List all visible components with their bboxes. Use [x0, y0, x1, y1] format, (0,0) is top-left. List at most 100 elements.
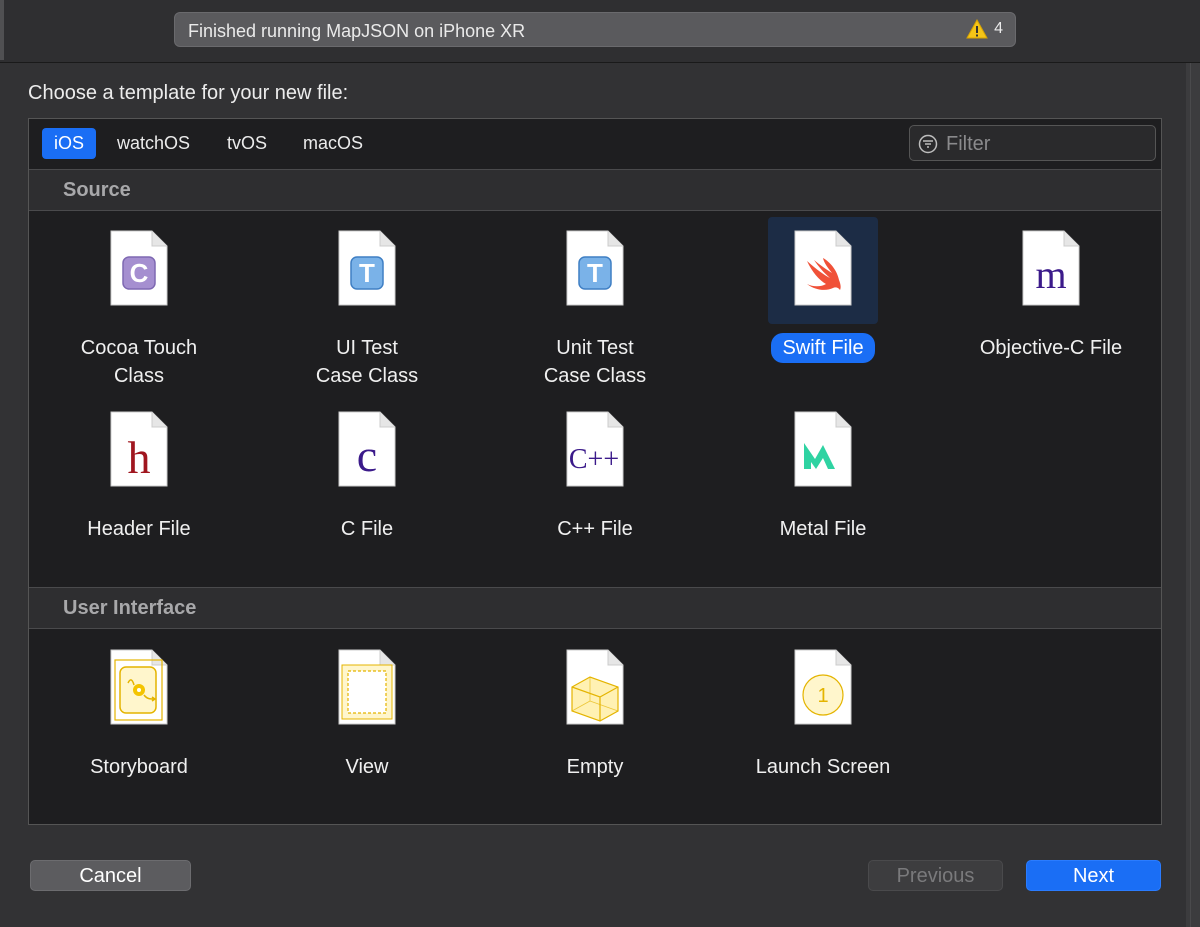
header-file-icon: h [110, 411, 168, 487]
ui-test-case-icon: T [338, 230, 396, 306]
template-label-line1: C++ File [557, 518, 633, 540]
swift-icon [794, 230, 852, 306]
icon-glyph: C [130, 258, 149, 288]
template-label-line1: Empty [566, 756, 624, 778]
template-unit-test-case-class[interactable]: T Unit Test Case Class [485, 217, 705, 387]
objective-c-icon: m [1022, 230, 1080, 306]
template-icon-box [84, 636, 194, 743]
template-empty[interactable]: Empty [485, 636, 705, 786]
template-label: C File [257, 515, 477, 543]
cpp-file-icon: C++ [566, 411, 624, 487]
icon-glyph: C++ [569, 444, 619, 475]
template-icon-box: T [312, 217, 422, 324]
template-panel: iOS watchOS tvOS macOS Source C [28, 118, 1162, 825]
template-icon-box: h [84, 398, 194, 505]
template-icon-box: C++ [540, 398, 650, 505]
toolbar: Finished running MapJSON on iPhone XR 4 [0, 0, 1200, 63]
warning-indicator[interactable]: 4 [966, 19, 1003, 39]
icon-glyph: T [359, 258, 375, 288]
template-label: Storyboard [29, 753, 249, 781]
template-label-line1: Cocoa Touch [80, 337, 198, 359]
icon-glyph: c [357, 430, 377, 481]
template-label-line2: Class [113, 365, 164, 387]
template-storyboard[interactable]: Storyboard [29, 636, 249, 786]
unit-test-case-icon: T [566, 230, 624, 306]
template-label: C++ File [485, 515, 705, 543]
template-label-line1: Storyboard [90, 756, 188, 778]
template-icon-box: m [996, 217, 1106, 324]
template-label: Unit Test Case Class [485, 334, 705, 390]
activity-status-bar[interactable]: Finished running MapJSON on iPhone XR 4 [174, 12, 1016, 47]
template-label: UI Test Case Class [257, 334, 477, 390]
window-right-edge [1186, 63, 1200, 927]
template-ui-test-case-class[interactable]: T UI Test Case Class [257, 217, 477, 387]
template-metal-file[interactable]: Metal File [713, 398, 933, 548]
tab-tvos[interactable]: tvOS [215, 128, 279, 159]
cocoa-touch-class-icon: C [110, 230, 168, 306]
template-label-line2: Case Class [543, 365, 647, 387]
template-label: Cocoa Touch Class [29, 334, 249, 390]
view-icon [338, 649, 396, 725]
section-title: User Interface [63, 597, 197, 619]
template-icon-box: C [84, 217, 194, 324]
filter-input[interactable] [944, 130, 1148, 158]
template-label-line1: C File [340, 518, 394, 540]
next-button[interactable]: Next [1026, 860, 1161, 891]
metal-icon [794, 411, 852, 487]
template-label-line1: Unit Test [556, 337, 634, 359]
template-icon-box: c [312, 398, 422, 505]
status-text: Finished running MapJSON on iPhone XR [188, 21, 526, 41]
tab-macos[interactable]: macOS [291, 128, 375, 159]
icon-glyph: T [587, 258, 603, 288]
template-icon-box [540, 636, 650, 743]
template-icon-box [768, 217, 878, 324]
icon-glyph: 1 [817, 685, 828, 707]
template-label: Swift File [713, 333, 933, 363]
template-label-line1: Launch Screen [755, 756, 891, 778]
section-source: Source [29, 169, 1161, 211]
warning-icon [966, 19, 988, 39]
tab-ios[interactable]: iOS [42, 128, 97, 159]
template-label: Empty [485, 753, 705, 781]
template-label-line1: Header File [87, 518, 191, 540]
template-label-line1: UI Test [336, 337, 398, 359]
section-user-interface: User Interface [29, 587, 1161, 629]
template-swift-file[interactable]: Swift File [713, 217, 933, 387]
template-label: Launch Screen [713, 753, 933, 781]
template-label-line2: Case Class [315, 365, 419, 387]
warning-count: 4 [994, 20, 1003, 37]
template-objective-c-file[interactable]: m Objective-C File [941, 217, 1161, 387]
template-icon-box [312, 636, 422, 743]
template-view[interactable]: View [257, 636, 477, 786]
launch-screen-icon: 1 [794, 649, 852, 725]
section-title: Source [63, 179, 131, 201]
filter-icon [918, 134, 938, 154]
previous-button[interactable]: Previous [868, 860, 1003, 891]
template-label: Header File [29, 515, 249, 543]
template-label-line1: Swift File [771, 333, 875, 363]
template-icon-box: 1 [768, 636, 878, 743]
template-label-line1: Metal File [779, 518, 867, 540]
platform-tabs: iOS watchOS tvOS macOS [29, 119, 1161, 167]
template-label: Objective-C File [941, 334, 1161, 362]
storyboard-icon [110, 649, 168, 725]
tab-watchos[interactable]: watchOS [105, 128, 202, 159]
template-label-line1: Objective-C File [979, 337, 1123, 359]
filter-field[interactable] [909, 125, 1156, 161]
template-label: View [257, 753, 477, 781]
template-label-line1: View [345, 756, 389, 778]
template-icon-box: T [540, 217, 650, 324]
template-launch-screen[interactable]: 1 Launch Screen [713, 636, 933, 786]
template-cocoa-touch-class[interactable]: C Cocoa Touch Class [29, 217, 249, 387]
template-c-file[interactable]: c C File [257, 398, 477, 548]
template-header-file[interactable]: h Header File [29, 398, 249, 548]
template-cpp-file[interactable]: C++ C++ File [485, 398, 705, 548]
cancel-button[interactable]: Cancel [30, 860, 191, 891]
icon-glyph: h [128, 432, 151, 483]
dialog-prompt: Choose a template for your new file: [28, 82, 349, 104]
empty-icon [566, 649, 624, 725]
template-icon-box [768, 398, 878, 505]
icon-glyph: m [1035, 252, 1066, 297]
window-edge [0, 0, 4, 60]
template-label: Metal File [713, 515, 933, 543]
